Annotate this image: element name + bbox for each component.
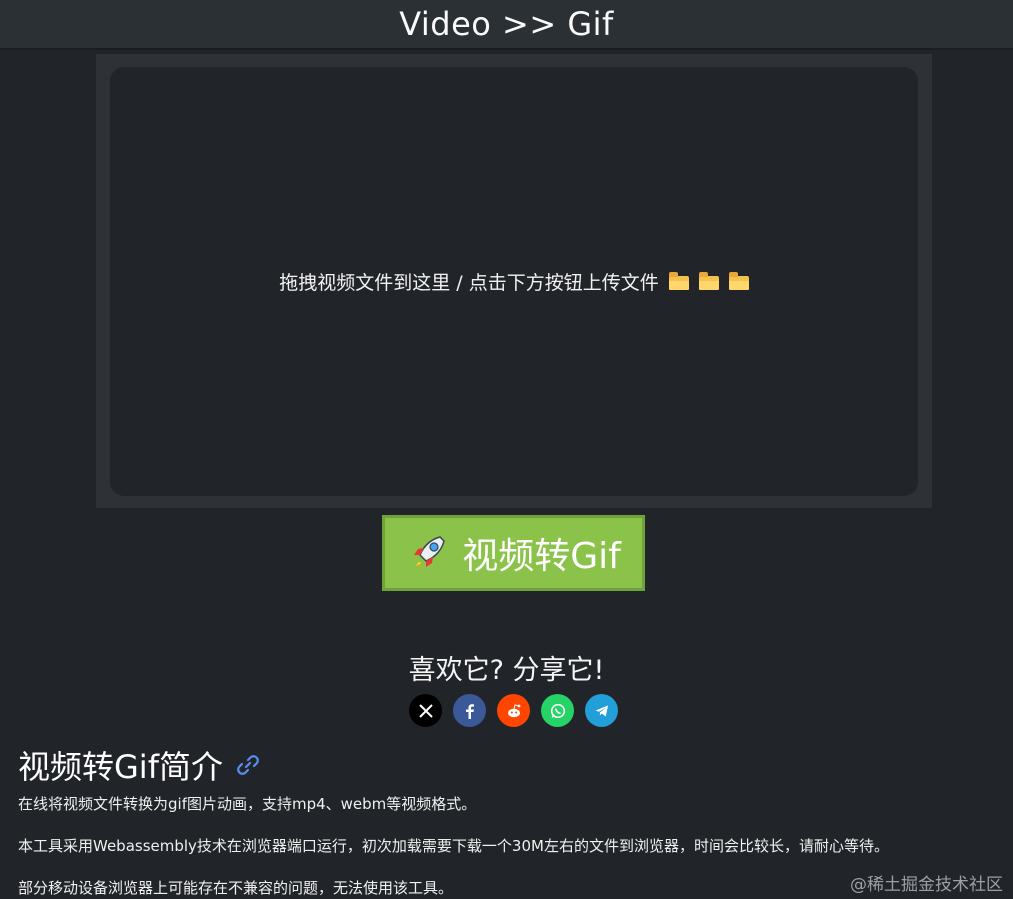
top-bar: Video >> Gif	[0, 0, 1013, 50]
intro-paragraph-2: 本工具采用Webassembly技术在浏览器端口运行，初次加载需要下载一个30M…	[18, 837, 889, 855]
video-dropzone[interactable]: 拖拽视频文件到这里 / 点击下方按钮上传文件	[110, 67, 918, 496]
share-whatsapp-button[interactable]	[541, 694, 574, 727]
watermark: @稀土掘金技术社区	[850, 875, 1003, 895]
link-icon[interactable]	[235, 752, 261, 778]
whatsapp-icon	[550, 703, 565, 718]
share-facebook-button[interactable]	[453, 694, 486, 727]
intro-heading: 视频转Gif简介	[18, 742, 261, 788]
intro-title: 视频转Gif简介	[18, 748, 223, 786]
convert-button-label: 视频转Gif	[462, 536, 621, 577]
folder-icon	[668, 271, 689, 290]
dropzone-frame: 拖拽视频文件到这里 / 点击下方按钮上传文件	[96, 54, 932, 508]
telegram-icon	[595, 705, 608, 716]
share-title: 喜欢它? 分享它!	[408, 655, 605, 686]
rocket-icon	[414, 536, 446, 569]
share-icons	[409, 694, 618, 728]
share-x-button[interactable]	[409, 694, 442, 727]
reddit-icon	[507, 703, 520, 717]
folder-icon	[698, 271, 719, 290]
dropzone-text: 拖拽视频文件到这里 / 点击下方按钮上传文件	[279, 272, 659, 294]
intro-paragraph-3: 部分移动设备浏览器上可能存在不兼容的问题，无法使用该工具。	[18, 879, 454, 897]
facebook-icon	[465, 703, 474, 719]
share-telegram-button[interactable]	[585, 694, 618, 727]
share-reddit-button[interactable]	[497, 694, 530, 727]
intro-paragraph-1: 在线将视频文件转换为gif图片动画，支持mp4、webm等视频格式。	[18, 795, 477, 813]
page-title: Video >> Gif	[399, 5, 614, 43]
convert-to-gif-button[interactable]: 视频转Gif	[382, 515, 645, 591]
folder-icon	[728, 271, 749, 290]
dropzone-hint: 拖拽视频文件到这里 / 点击下方按钮上传文件	[279, 268, 749, 295]
x-icon	[418, 703, 433, 718]
